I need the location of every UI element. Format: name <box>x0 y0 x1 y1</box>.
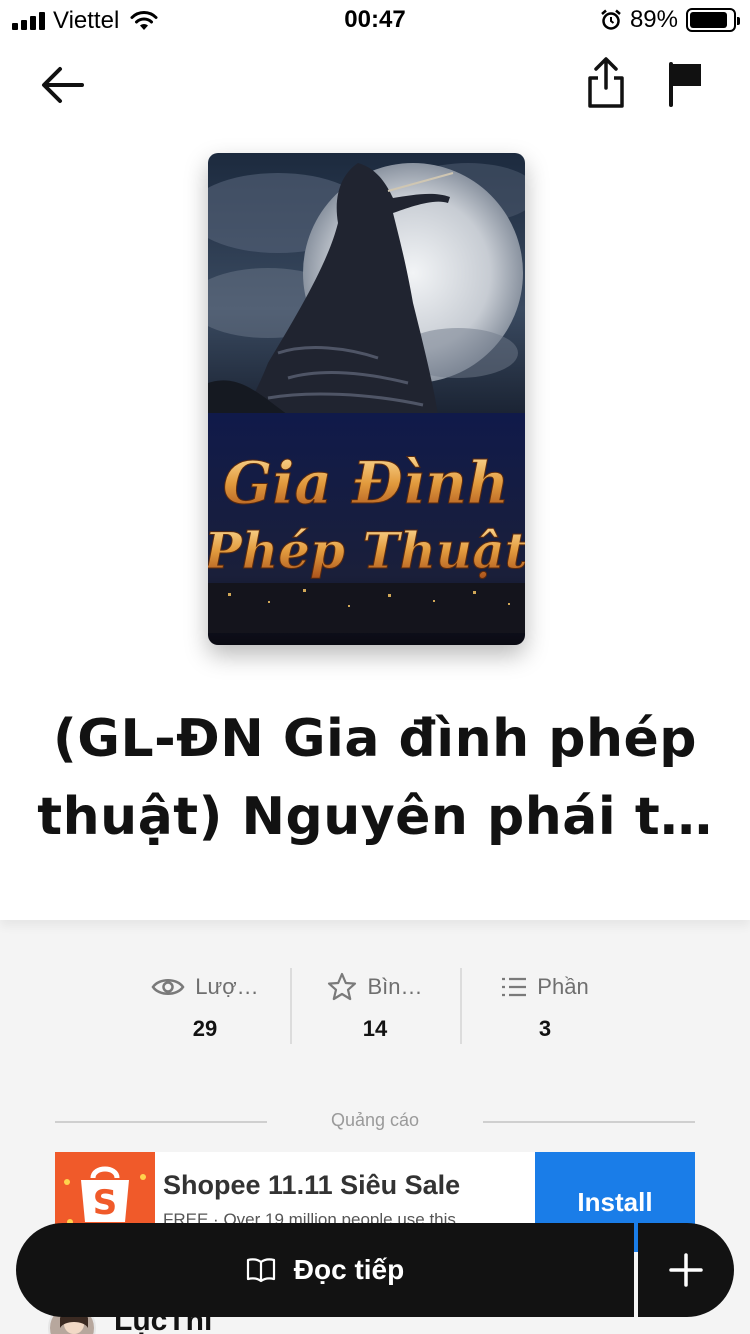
battery-icon <box>686 8 740 32</box>
stat-votes: Bìn… 14 <box>290 968 460 1044</box>
stat-reads: Lượ… 29 <box>120 968 290 1044</box>
svg-text:S: S <box>93 1183 118 1223</box>
stat-parts: Phần 3 <box>460 968 630 1044</box>
eye-icon <box>151 979 185 995</box>
alarm-icon <box>601 9 621 30</box>
book-open-icon <box>246 1258 275 1283</box>
story-title: (GL-ĐN Gia đình phép thuật) Nguyên phái … <box>37 709 713 847</box>
list-icon <box>502 977 527 997</box>
plus-icon <box>669 1253 703 1287</box>
battery-percent: 89% <box>629 6 678 33</box>
back-button[interactable] <box>38 60 88 110</box>
share-button[interactable] <box>584 56 628 110</box>
flag-icon <box>669 62 701 107</box>
report-button[interactable] <box>666 60 706 108</box>
share-icon <box>588 57 624 108</box>
cover-title-line1: Gia Đình <box>223 449 509 517</box>
ad-divider-right <box>483 1121 695 1123</box>
ad-label-row: Quảng cáo <box>55 1110 695 1136</box>
status-bar: Viettel 00:47 89% <box>0 0 750 40</box>
status-right: 89% <box>600 6 740 34</box>
add-to-library-button[interactable] <box>638 1223 734 1317</box>
star-icon <box>328 972 357 1001</box>
continue-reading-button[interactable]: Đọc tiếp <box>16 1223 634 1317</box>
arrow-left-icon <box>42 67 84 103</box>
stat-votes-label: Bìn… <box>367 974 423 999</box>
cover-title-line2: Phép Thuật <box>208 521 525 580</box>
stat-reads-label: Lượ… <box>195 974 259 999</box>
ad-title: Shopee 11.11 Siêu Sale <box>163 1170 461 1200</box>
cover-image: Gia Đình Phép Thuật <box>208 153 525 645</box>
stat-reads-value: 29 <box>192 1016 218 1041</box>
story-cover[interactable]: Gia Đình Phép Thuật <box>208 153 525 645</box>
story-stats: Lượ… 29 Bìn… 14 Phần 3 <box>120 968 630 1044</box>
stat-parts-label: Phần <box>537 974 589 999</box>
continue-reading-label: Đọc tiếp <box>293 1254 405 1285</box>
stat-votes-value: 14 <box>362 1016 388 1041</box>
stat-parts-value: 3 <box>538 1016 552 1041</box>
